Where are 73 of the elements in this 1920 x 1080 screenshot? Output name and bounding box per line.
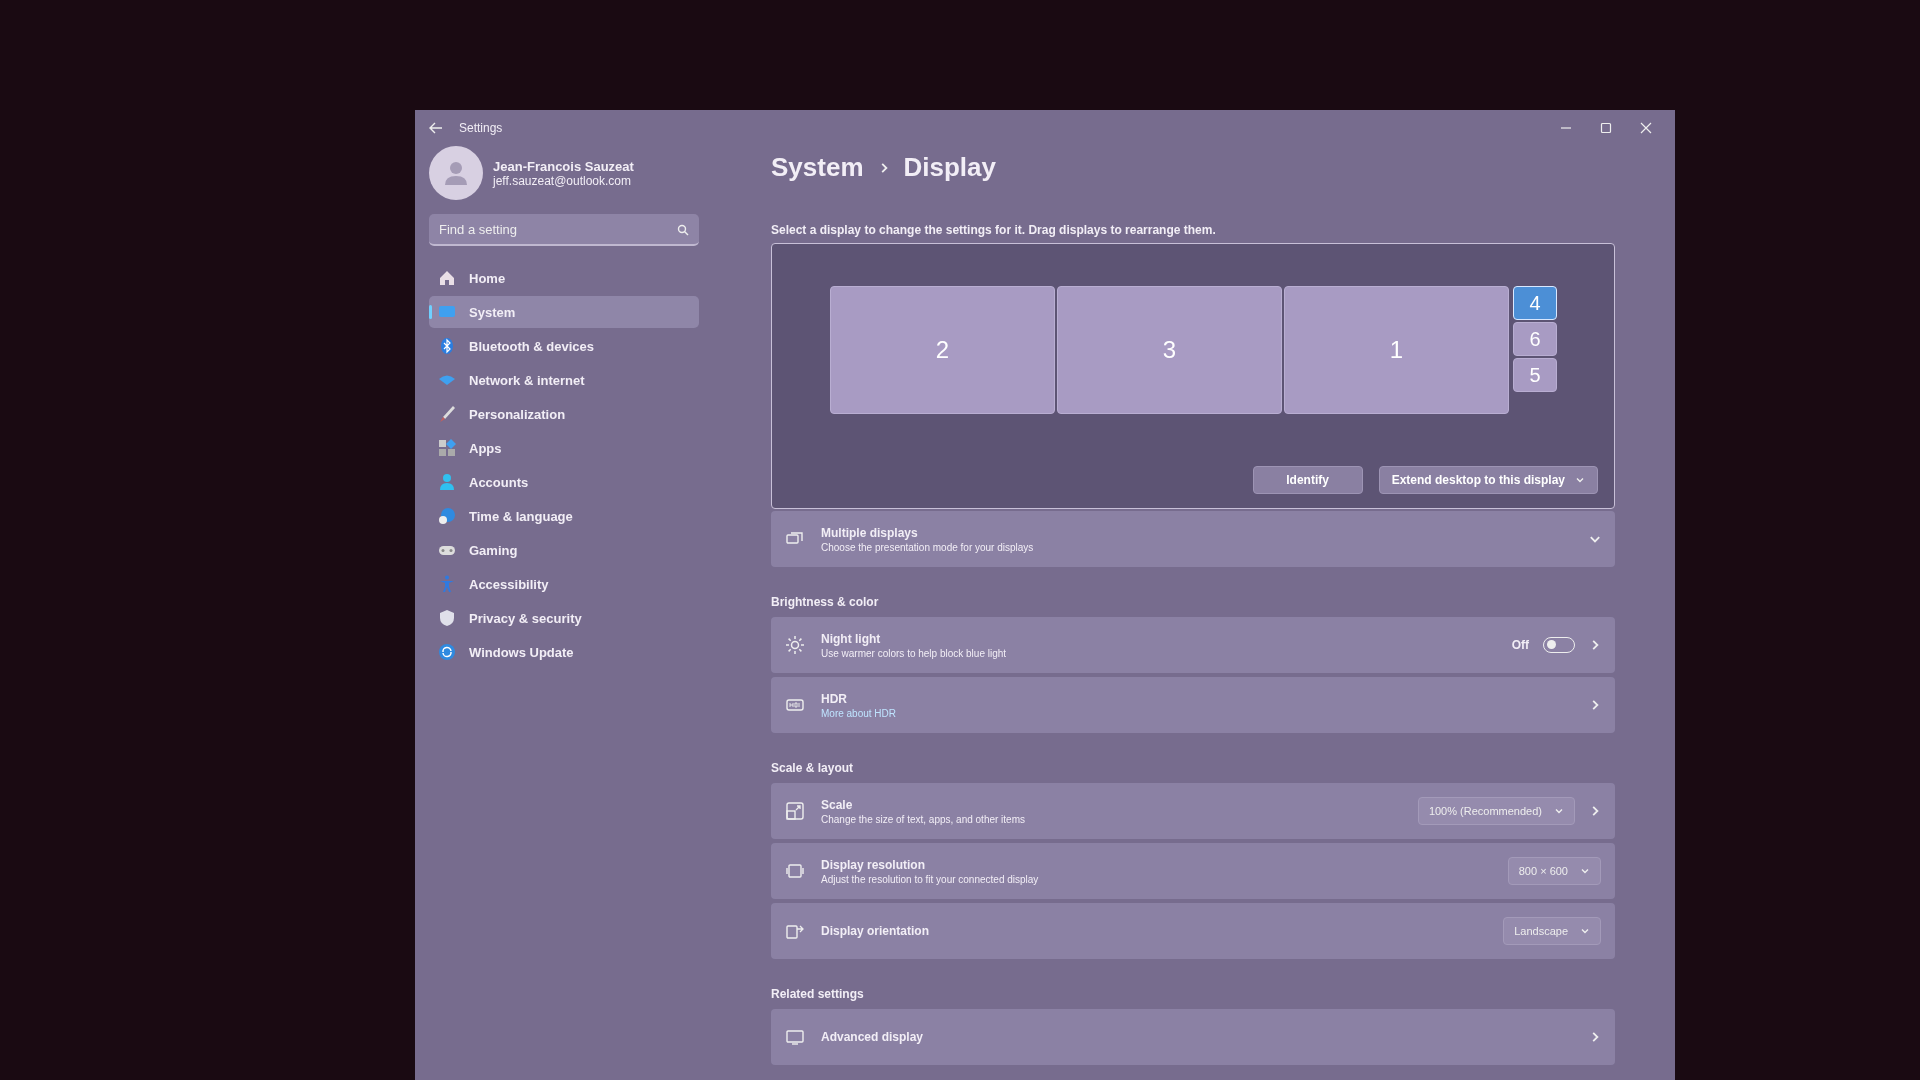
sidebar-item[interactable]: System	[429, 296, 699, 328]
setting-description: Adjust the resolution to fit your connected display	[821, 873, 1040, 885]
search-icon[interactable]	[677, 224, 689, 236]
setting-title: HDR	[821, 691, 848, 706]
sidebar-item-icon	[437, 608, 457, 628]
user-email: jeff.sauzeat@outlook.com	[493, 173, 633, 188]
caret-icon	[1580, 926, 1590, 936]
sidebar-item-icon	[437, 472, 457, 492]
sidebar-item[interactable]: Network & internet	[429, 364, 699, 396]
sidebar-item[interactable]: Bluetooth & devices	[429, 330, 699, 362]
setting-title: Display resolution	[821, 857, 927, 872]
sidebar-item[interactable]: Home	[429, 262, 699, 294]
sidebar-item-icon	[437, 438, 457, 458]
settings-row[interactable]: Advanced display	[771, 1009, 1615, 1065]
sidebar-item-icon	[437, 268, 457, 288]
instruction-text: Select a display to change the settings for it. Drag displays to rearrange them.	[771, 223, 1217, 237]
identify-button[interactable]: Identify	[1252, 466, 1363, 494]
setting-title: Display orientation	[821, 924, 931, 938]
user-name: Jean-Francois Sauzeat	[493, 158, 634, 174]
page-title[interactable]: System	[771, 152, 864, 183]
dropdown[interactable]: Landscape	[1503, 917, 1601, 945]
display-tile[interactable]: 3	[1057, 286, 1282, 414]
caret-icon	[1575, 475, 1585, 485]
sidebar-item[interactable]: Apps	[429, 432, 699, 464]
settings-row[interactable]: Display orientation Landscape	[771, 903, 1615, 959]
page-title: Display	[903, 152, 996, 183]
setting-description: Change the size of text, apps, and other items	[821, 813, 1026, 825]
section-heading: Related settings	[771, 987, 865, 1001]
sidebar-item-icon	[437, 642, 457, 662]
link[interactable]: More about HDR	[821, 707, 897, 719]
sidebar-item[interactable]: Accounts	[429, 466, 699, 498]
display-tile[interactable]: 2	[830, 286, 1055, 414]
settings-row[interactable]: HDR More about HDR	[771, 677, 1615, 733]
sidebar-item-icon	[437, 404, 457, 424]
sidebar-item[interactable]: Time & language	[429, 500, 699, 532]
display-tile[interactable]: 4	[1513, 286, 1557, 320]
sidebar-item-icon	[437, 506, 457, 526]
section-heading: Scale & layout	[771, 761, 855, 775]
setting-description: Choose the presentation mode for your displays	[821, 541, 1035, 553]
close-icon[interactable]	[1639, 121, 1653, 135]
window-title: Settings	[459, 121, 503, 135]
sidebar-item[interactable]: Accessibility	[429, 568, 699, 600]
back-arrow-icon[interactable]	[429, 121, 443, 135]
settings-row[interactable]: Display resolution Adjust the resolution to fit your connected display 800 × 600	[771, 843, 1615, 899]
setting-icon	[785, 861, 805, 881]
dropdown[interactable]: 800 × 600	[1507, 857, 1601, 885]
toggle-state-label: Off	[1511, 638, 1529, 652]
settings-row[interactable]: Multiple displays Choose the presentation mode for your displays	[771, 511, 1615, 567]
search-field[interactable]: Find a setting	[429, 214, 699, 246]
section-heading: Brightness & color	[771, 595, 880, 609]
settings-row[interactable]: Scale Change the size of text, apps, and other items 100% (Recommended)	[771, 783, 1615, 839]
setting-icon	[785, 635, 805, 655]
extend-dropdown[interactable]: Extend desktop to this display	[1378, 466, 1598, 494]
setting-title: Scale	[821, 797, 854, 812]
display-tile[interactable]: 6	[1513, 322, 1557, 356]
setting-title: Night light	[821, 631, 882, 646]
maximize-icon[interactable]	[1599, 121, 1613, 135]
sidebar-item[interactable]: Gaming	[429, 534, 699, 566]
sidebar-item[interactable]: Personalization	[429, 398, 699, 430]
dropdown[interactable]: 100% (Recommended)	[1417, 797, 1575, 825]
caret-icon	[1580, 866, 1590, 876]
setting-title: Advanced display	[821, 1030, 925, 1044]
setting-title: Multiple displays	[821, 525, 919, 540]
sidebar-item[interactable]: Privacy & security	[429, 602, 699, 634]
setting-icon	[785, 801, 805, 821]
caret-icon	[1554, 806, 1564, 816]
display-tile[interactable]: 1	[1284, 286, 1509, 414]
avatar-silhouette	[429, 146, 483, 200]
setting-description: Use warmer colors to help block blue light	[821, 647, 1008, 659]
settings-row[interactable]: Night light Use warmer colors to help block blue light Off	[771, 617, 1615, 673]
sidebar-item[interactable]: Windows Update	[429, 636, 699, 668]
setting-icon	[785, 1027, 805, 1047]
display-tile[interactable]: 5	[1513, 358, 1557, 392]
